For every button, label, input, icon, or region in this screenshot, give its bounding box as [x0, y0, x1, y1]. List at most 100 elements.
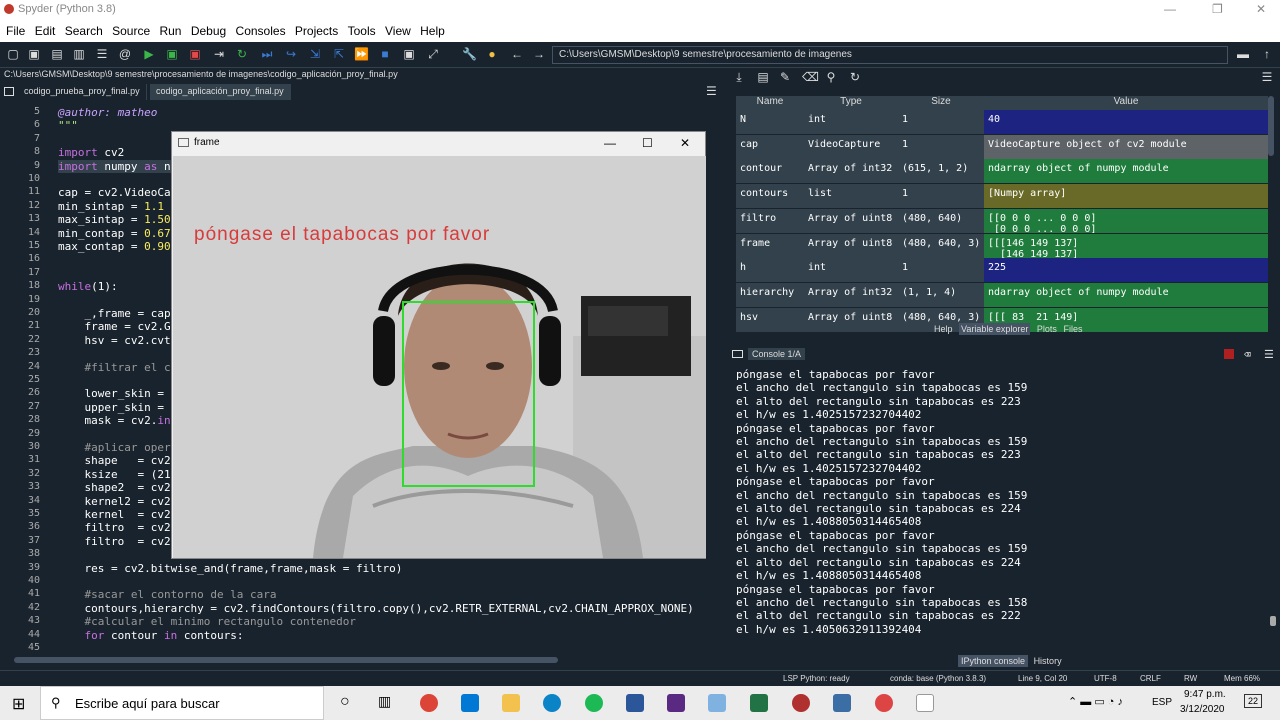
- variable-row[interactable]: h int 1 225: [736, 258, 1268, 283]
- variable-row[interactable]: hierarchy Array of int32 (1, 1, 4) ndarray …: [736, 282, 1268, 307]
- code-line[interactable]: shape = cv2: [58, 454, 170, 467]
- save-icon[interactable]: ▤: [50, 47, 64, 61]
- menu-search[interactable]: Search: [65, 20, 103, 38]
- tab-plots[interactable]: Plots: [1037, 324, 1057, 334]
- editor-hscrollbar[interactable]: [14, 657, 558, 663]
- edge-icon[interactable]: [543, 694, 561, 712]
- forward-icon[interactable]: →: [532, 47, 546, 61]
- browse-folder-icon[interactable]: ▬: [1236, 47, 1250, 61]
- step-into-icon[interactable]: ⇲: [308, 47, 322, 61]
- minimize-icon[interactable]: —: [1164, 2, 1176, 16]
- search-icon[interactable]: ⚲: [824, 70, 838, 84]
- tab-codigo-aplicacion[interactable]: codigo_aplicación_proy_final.py: [150, 84, 291, 100]
- language-indicator[interactable]: ESP: [1152, 697, 1172, 708]
- header-type[interactable]: Type: [804, 96, 898, 110]
- stop-debug-icon[interactable]: ■: [378, 47, 392, 61]
- menu-tools[interactable]: Tools: [348, 20, 376, 38]
- code-line[interactable]: frame = cv2.G: [58, 320, 170, 333]
- code-line[interactable]: @author: matheo: [58, 106, 157, 119]
- step-icon[interactable]: ↪: [284, 47, 298, 61]
- menu-consoles[interactable]: Consoles: [236, 20, 286, 38]
- header-name[interactable]: Name: [736, 96, 804, 110]
- app-icon[interactable]: [667, 694, 685, 712]
- debug-icon[interactable]: ⏭: [260, 47, 274, 61]
- tab-history[interactable]: History: [1031, 655, 1065, 667]
- import-data-icon[interactable]: ⤓: [732, 70, 746, 84]
- spotify-icon[interactable]: [585, 694, 603, 712]
- editor-options-icon[interactable]: ☰: [706, 84, 717, 98]
- word-icon[interactable]: [626, 694, 644, 712]
- menu-help[interactable]: Help: [420, 20, 445, 38]
- code-line[interactable]: for contour in contours:: [58, 629, 244, 642]
- tab-codigo-prueba[interactable]: codigo_prueba_proy_final.py: [18, 84, 147, 100]
- code-line[interactable]: #filtrar el c: [58, 361, 170, 374]
- varexp-scrollbar[interactable]: [1268, 96, 1274, 156]
- tab-console[interactable]: Console 1/A: [748, 348, 806, 360]
- variable-row[interactable]: Nint 1 40: [736, 110, 1268, 134]
- photos-icon[interactable]: [833, 694, 851, 712]
- code-line[interactable]: min_sintap = 1.1: [58, 200, 164, 213]
- continue-icon[interactable]: ⏩: [354, 47, 369, 61]
- menu-file[interactable]: File: [6, 20, 25, 38]
- variable-row[interactable]: cap VideoCapture 1 VideoCapture object of c…: [736, 134, 1268, 159]
- menu-view[interactable]: View: [385, 20, 411, 38]
- maximize-icon[interactable]: ❐: [1212, 2, 1223, 16]
- menu-edit[interactable]: Edit: [35, 20, 56, 38]
- preferences-icon[interactable]: 🔧: [462, 47, 477, 61]
- open-file-icon[interactable]: ▣: [27, 47, 41, 61]
- code-line[interactable]: filtro = cv2: [58, 535, 170, 548]
- ipython-console[interactable]: Console 1/A ⌫ ☰ póngase el tapabocas por…: [728, 346, 1280, 656]
- parent-dir-icon[interactable]: ↑: [1260, 47, 1274, 61]
- task-view-icon[interactable]: ▥: [378, 693, 391, 710]
- clock-time[interactable]: 9:47 p.m.: [1184, 689, 1226, 700]
- variable-row[interactable]: frame Array of uint8 (480, 640, 3) [[[146 1…: [736, 233, 1268, 258]
- cortana-icon[interactable]: ○: [340, 693, 350, 711]
- run-cell-icon[interactable]: ▣: [165, 47, 179, 61]
- save-all-icon[interactable]: ▥: [72, 47, 86, 61]
- rerun-icon[interactable]: ↻: [235, 47, 249, 61]
- working-directory-field[interactable]: C:\Users\GMSM\Desktop\9 semestre\procesa…: [552, 46, 1228, 64]
- header-size[interactable]: Size: [898, 96, 984, 110]
- maximize-pane-icon[interactable]: ▣: [402, 47, 416, 61]
- list-icon[interactable]: ☰: [95, 47, 109, 61]
- tab-ipython-console[interactable]: IPython console: [958, 655, 1029, 667]
- code-line[interactable]: cap = cv2.VideoCa: [58, 186, 171, 199]
- menu-run[interactable]: Run: [159, 20, 181, 38]
- start-icon[interactable]: ⊞: [12, 694, 25, 714]
- variable-row[interactable]: contour Array of int32 (615, 1, 2) ndarray …: [736, 159, 1268, 184]
- document-icon[interactable]: [916, 694, 934, 712]
- excel-icon[interactable]: [750, 694, 768, 712]
- remove-all-icon[interactable]: ⌫: [802, 70, 819, 84]
- refresh-icon[interactable]: ↻: [848, 70, 862, 84]
- spyder-taskbar-icon[interactable]: [875, 694, 893, 712]
- code-line[interactable]: #sacar el contorno de la cara: [58, 588, 276, 601]
- code-line[interactable]: min_contap = 0.67: [58, 227, 171, 240]
- save-data-icon[interactable]: ▤: [756, 70, 770, 84]
- code-line[interactable]: """: [58, 119, 78, 132]
- menu-projects[interactable]: Projects: [295, 20, 338, 38]
- frame-minimize-icon[interactable]: —: [604, 136, 616, 150]
- console-scrollbar[interactable]: [1270, 616, 1276, 626]
- run-selection-icon[interactable]: ⇥: [212, 47, 226, 61]
- varexp-options-icon[interactable]: ☰: [1260, 70, 1274, 84]
- app3-icon[interactable]: [792, 694, 810, 712]
- variable-row[interactable]: filtro Array of uint8 (480, 640) [[0 0 0 ..…: [736, 208, 1268, 233]
- notification-badge[interactable]: 22: [1244, 694, 1263, 708]
- tab-browser-icon[interactable]: [4, 87, 14, 96]
- code-line[interactable]: lower_skin =: [58, 387, 163, 400]
- chrome-icon[interactable]: [420, 694, 438, 712]
- code-line[interactable]: #calcular el minimo rectangulo contenedo…: [58, 615, 356, 628]
- code-line[interactable]: while(1):: [58, 280, 118, 293]
- tab-files[interactable]: Files: [1063, 324, 1082, 334]
- app2-icon[interactable]: [708, 694, 726, 712]
- file-explorer-icon[interactable]: [502, 694, 520, 712]
- code-line[interactable]: filtro = cv2: [58, 521, 170, 534]
- frame-window[interactable]: frame — ☐ ✕ póngase el tapabocas por fav…: [171, 131, 706, 559]
- fullscreen-icon[interactable]: ⤢: [426, 47, 440, 61]
- save-data-as-icon[interactable]: ✎: [778, 70, 792, 84]
- tray-icons[interactable]: ⌃ ▬ ▭ ◔ ♪: [1068, 695, 1123, 708]
- frame-close-icon[interactable]: ✕: [680, 136, 690, 150]
- code-line[interactable]: max_contap = 0.90: [58, 240, 171, 253]
- code-line[interactable]: _,frame = cap: [58, 307, 170, 320]
- run-icon[interactable]: ▶: [142, 47, 156, 61]
